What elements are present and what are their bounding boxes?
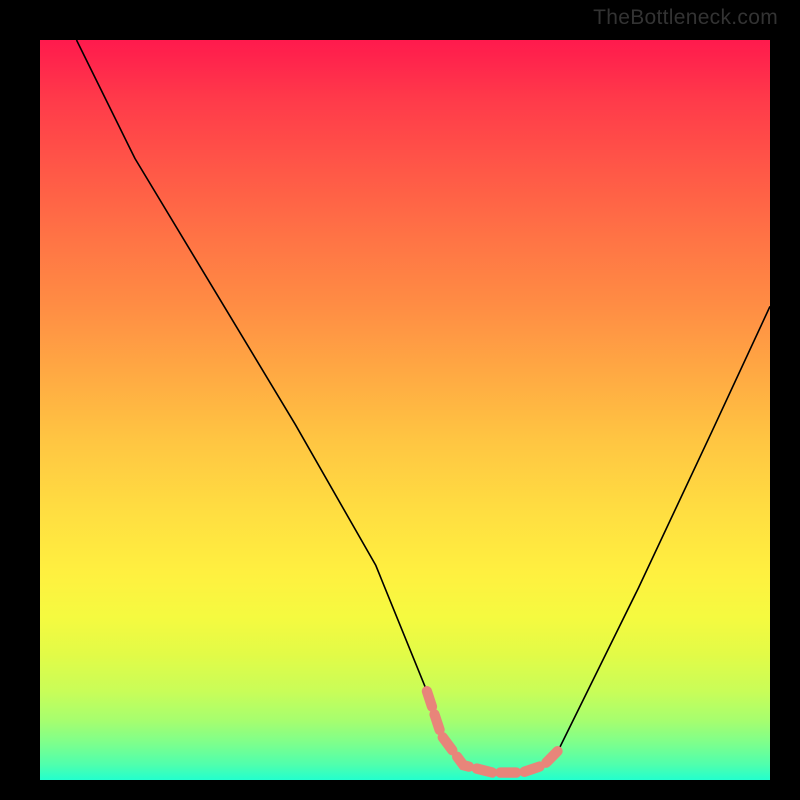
curve-pink-band: [427, 691, 558, 772]
watermark-text: TheBottleneck.com: [593, 6, 778, 30]
curve-black: [77, 40, 771, 773]
chart-plot-area: [40, 40, 770, 780]
chart-svg: [40, 40, 770, 780]
